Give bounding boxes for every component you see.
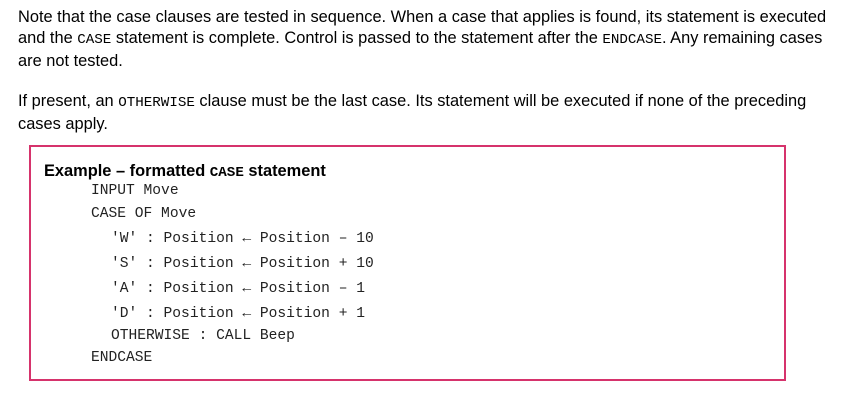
code-line-case-s: 'S' : Position ← Position + 10 bbox=[111, 256, 374, 272]
example-title-prefix: Example – formatted bbox=[44, 162, 210, 180]
paragraph-case-sequence: Note that the case clauses are tested in… bbox=[18, 7, 838, 72]
code-line-case-of: CASE OF Move bbox=[91, 206, 197, 222]
inline-code-case: CASE bbox=[77, 32, 112, 48]
inline-code-endcase: ENDCASE bbox=[602, 32, 662, 48]
example-title-suffix: statement bbox=[243, 162, 326, 180]
code-line-endcase: ENDCASE bbox=[91, 350, 153, 366]
code-line-case-w: 'W' : Position ← Position – 10 bbox=[111, 231, 374, 247]
paragraph-otherwise: If present, an OTHERWISE clause must be … bbox=[18, 91, 838, 135]
para2-text-1: If present, an bbox=[18, 92, 119, 110]
example-box: Example – formatted CASE statement INPUT… bbox=[29, 145, 786, 381]
code-line-case-a: 'A' : Position ← Position – 1 bbox=[111, 281, 365, 297]
para1-text-2: statement is complete. Control is passed… bbox=[111, 29, 603, 47]
code-line-input: INPUT Move bbox=[91, 183, 179, 199]
code-line-otherwise: OTHERWISE : CALL Beep bbox=[111, 328, 295, 344]
example-title: Example – formatted CASE statement bbox=[44, 161, 326, 183]
inline-code-otherwise: OTHERWISE bbox=[118, 95, 195, 111]
example-title-code: CASE bbox=[209, 165, 244, 181]
code-line-case-d: 'D' : Position ← Position + 1 bbox=[111, 306, 365, 322]
